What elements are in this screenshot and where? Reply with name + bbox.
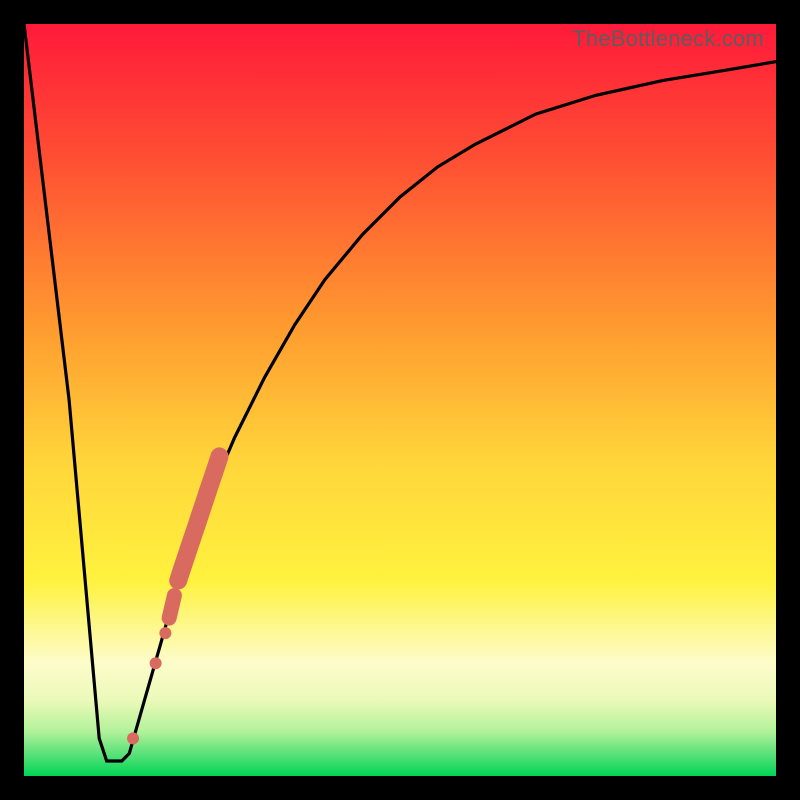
marker-dot [150,657,162,669]
chart-frame: TheBottleneck.com [24,24,776,776]
marker-dot [127,732,139,744]
watermark-text: TheBottleneck.com [572,26,764,52]
marker-dot [159,627,171,639]
gradient-background [24,24,776,776]
bottleneck-chart [24,24,776,776]
marker-segment [169,596,174,619]
